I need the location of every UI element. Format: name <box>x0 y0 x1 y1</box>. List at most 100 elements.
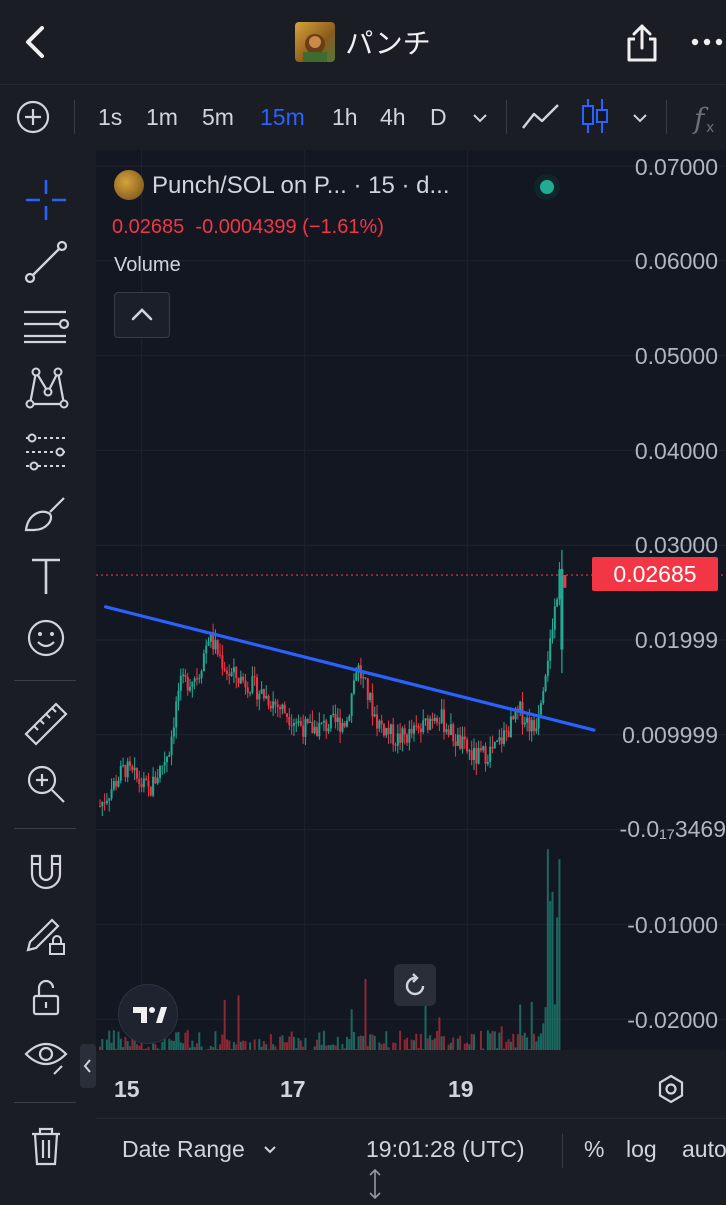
line-chart-icon <box>520 100 562 134</box>
candle <box>228 674 230 676</box>
trend-line-tool[interactable] <box>20 236 72 288</box>
candle <box>159 766 161 778</box>
interval-15m[interactable]: 15m <box>260 84 305 150</box>
candle <box>501 737 503 744</box>
remove-drawings-button[interactable] <box>24 1124 68 1168</box>
volume-bar <box>422 1049 424 1050</box>
time-tick: 15 <box>114 1076 140 1103</box>
candle <box>316 727 318 736</box>
candle <box>106 801 108 804</box>
candle <box>431 719 433 721</box>
market-status-indicator[interactable] <box>534 174 560 200</box>
volume-bar <box>191 1041 193 1050</box>
text-tool[interactable] <box>20 550 72 602</box>
candle <box>147 780 149 786</box>
candle <box>545 676 547 691</box>
chart-type-dropdown[interactable] <box>630 108 650 128</box>
interval-d[interactable]: D <box>430 84 447 150</box>
candle <box>395 744 397 745</box>
more-button[interactable] <box>690 30 724 54</box>
volume-bar <box>383 1043 385 1050</box>
volume-bar <box>346 1037 348 1050</box>
volume-bar <box>228 1040 230 1050</box>
candle <box>205 646 207 654</box>
date-range-button[interactable]: Date Range <box>122 1136 245 1163</box>
candle <box>339 718 341 732</box>
volume-bar <box>443 1036 445 1050</box>
candle <box>249 692 251 693</box>
date-range-dropdown[interactable] <box>262 1142 278 1158</box>
emoji-icon <box>20 612 72 664</box>
candle <box>457 735 459 746</box>
candle <box>436 718 438 723</box>
candle <box>108 798 110 800</box>
candle <box>115 781 117 787</box>
candle <box>154 777 156 784</box>
crosshair-tool[interactable] <box>20 174 72 226</box>
share-button[interactable] <box>624 22 660 64</box>
volume-bar <box>272 1044 274 1050</box>
add-symbol-button[interactable] <box>16 100 50 134</box>
candle <box>277 704 279 707</box>
percent-scale-toggle[interactable]: % <box>584 1136 604 1163</box>
fib-tool[interactable] <box>20 298 72 350</box>
pattern-tool[interactable] <box>20 362 72 414</box>
chart-type-candle-button[interactable] <box>580 96 610 136</box>
candle <box>450 724 452 735</box>
log-scale-toggle[interactable]: log <box>626 1136 657 1163</box>
volume-bar <box>399 1031 401 1050</box>
volume-bar <box>378 1043 380 1050</box>
visibility-tool[interactable] <box>20 1030 72 1082</box>
emoji-tool[interactable] <box>20 612 72 664</box>
trash-icon <box>24 1124 68 1168</box>
collapse-legend-button[interactable] <box>114 292 170 338</box>
candle <box>351 694 353 716</box>
magnet-tool[interactable] <box>20 846 72 898</box>
prediction-tool[interactable] <box>20 426 72 478</box>
volume-bar <box>473 1034 475 1050</box>
candle <box>438 723 440 724</box>
interval-1h[interactable]: 1h <box>332 84 358 150</box>
candle <box>284 705 286 714</box>
chart-type-line-button[interactable] <box>520 100 562 134</box>
volume-indicator-label[interactable]: Volume <box>114 254 181 277</box>
interval-4h[interactable]: 4h <box>380 84 406 150</box>
interval-dropdown[interactable] <box>470 108 490 128</box>
tradingview-logo-icon <box>119 985 177 1043</box>
candle <box>332 714 334 715</box>
volume-bar <box>286 1042 288 1050</box>
eye-icon <box>20 1030 72 1082</box>
clock-timezone[interactable]: 19:01:28 (UTC) <box>366 1136 525 1163</box>
volume-bar <box>367 1046 369 1050</box>
pane-resize-handle[interactable] <box>366 1168 384 1200</box>
time-tick: 17 <box>280 1076 306 1103</box>
volume-bar <box>549 901 551 1050</box>
svg-text:x: x <box>706 120 714 136</box>
volume-bar <box>535 1041 537 1050</box>
interval-1m[interactable]: 1m <box>146 84 178 150</box>
auto-scale-toggle[interactable]: auto <box>682 1136 726 1163</box>
lock-drawings-tool[interactable] <box>20 910 72 962</box>
brush-tool[interactable] <box>20 490 72 542</box>
indicators-button[interactable]: fx <box>692 100 726 136</box>
candle <box>549 638 551 661</box>
interval-5m[interactable]: 5m <box>202 84 234 150</box>
volume-bar <box>208 1049 210 1050</box>
ruler-tool[interactable] <box>20 698 72 750</box>
toolbar-collapse-handle[interactable] <box>80 1044 96 1088</box>
zoom-tool[interactable] <box>20 758 72 810</box>
unlock-tool[interactable] <box>20 972 72 1024</box>
volume-bar <box>334 1046 336 1050</box>
interval-1s[interactable]: 1s <box>98 84 122 150</box>
reset-chart-button[interactable] <box>394 964 436 1006</box>
symbol-title[interactable]: Punch/SOL on P... · 15 · d... <box>152 172 450 200</box>
candle <box>429 719 431 730</box>
candle <box>404 728 406 734</box>
candle <box>413 726 415 734</box>
candle <box>265 696 267 698</box>
candle <box>101 802 103 806</box>
chart-settings-button[interactable] <box>656 1074 686 1104</box>
time-axis[interactable] <box>96 1060 726 1116</box>
volume-bar <box>392 1043 394 1050</box>
last-price: 0.02685 <box>112 216 184 238</box>
